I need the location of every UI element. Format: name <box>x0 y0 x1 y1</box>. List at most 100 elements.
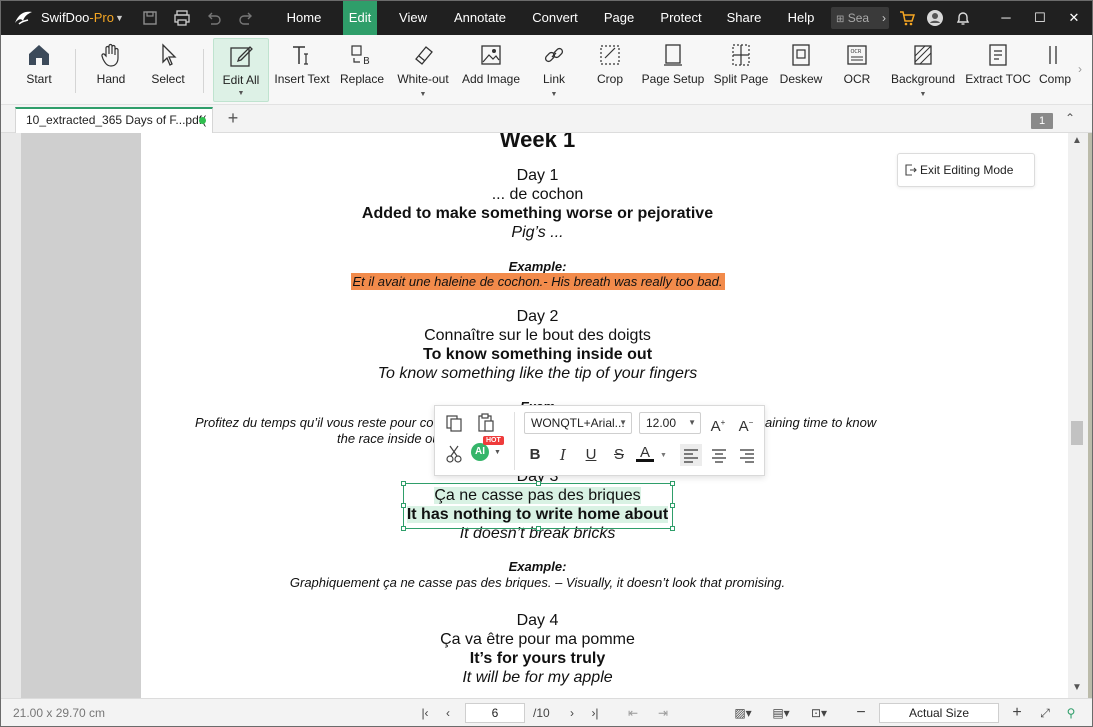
search-box[interactable]: ⊞ Sea › <box>831 7 889 29</box>
menu-edit[interactable]: Edit <box>343 1 377 35</box>
bell-icon[interactable] <box>954 9 972 27</box>
bold-icon[interactable]: B <box>524 444 546 466</box>
day2-english[interactable]: To know something inside out <box>141 346 934 364</box>
back-view-icon[interactable]: ⇤ <box>625 704 641 722</box>
exit-editing-mode-button[interactable]: Exit Editing Mode <box>897 153 1035 187</box>
ocr-button[interactable]: OCR OCR <box>837 38 877 102</box>
font-color-dropdown-icon[interactable]: ▼ <box>660 452 667 459</box>
menu-page[interactable]: Page <box>597 1 641 35</box>
cart-icon[interactable] <box>898 9 916 27</box>
crop-button[interactable]: Crop <box>589 38 631 102</box>
page-setup-button[interactable]: Page Setup <box>641 38 705 102</box>
close-icon[interactable]: ✕ <box>1057 1 1091 35</box>
day2-french[interactable]: Connaître sur le bout des doigts <box>141 327 934 345</box>
day2-example-part-b[interactable]: aining time to know <box>765 415 876 430</box>
menu-help[interactable]: Help <box>779 1 823 35</box>
account-icon[interactable] <box>926 9 944 27</box>
day1-example-highlighted[interactable]: Et il avait une haleine de cochon.- His … <box>350 273 725 290</box>
previous-page-icon[interactable]: ‹ <box>441 704 455 722</box>
first-page-icon[interactable]: |‹ <box>417 704 433 722</box>
extract-toc-button[interactable]: Extract TOC <box>965 38 1031 102</box>
save-icon[interactable] <box>141 9 159 27</box>
scroll-up-icon[interactable]: ▲ <box>1072 135 1082 146</box>
compare-button[interactable]: Comp <box>1037 38 1073 102</box>
background-button[interactable]: Background ▼ <box>887 38 959 102</box>
scroll-thumb[interactable] <box>1071 421 1083 445</box>
last-page-icon[interactable]: ›| <box>587 704 603 722</box>
maximize-icon[interactable]: ☐ <box>1023 1 1057 35</box>
redo-icon[interactable] <box>237 9 255 27</box>
align-center-icon[interactable] <box>708 444 730 466</box>
increase-font-icon[interactable]: A+ <box>707 412 729 435</box>
resize-handle[interactable] <box>670 481 675 486</box>
resize-handle[interactable] <box>401 503 406 508</box>
font-size-select[interactable]: 12.00 ▼ <box>639 412 701 434</box>
day4-french[interactable]: Ça va être pour ma pomme <box>141 631 934 649</box>
page-number-input[interactable]: 6 <box>465 703 525 723</box>
zoom-in-icon[interactable]: + <box>1009 704 1025 722</box>
day3-example-label[interactable]: Example: <box>141 559 934 574</box>
menu-share[interactable]: Share <box>721 1 767 35</box>
week-title[interactable]: Week 1 <box>141 133 934 153</box>
strikethrough-icon[interactable]: S <box>608 444 630 466</box>
font-color-icon[interactable]: A <box>636 442 654 462</box>
select-button[interactable]: Select <box>145 38 191 102</box>
paste-icon[interactable] <box>475 412 497 434</box>
link-button[interactable]: Link ▼ <box>533 38 575 102</box>
day1-literal[interactable]: Pig’s ... <box>141 224 934 242</box>
resize-handle[interactable] <box>536 526 541 531</box>
forward-view-icon[interactable]: ⇥ <box>655 704 671 722</box>
resize-handle[interactable] <box>536 481 541 486</box>
view-mode-icon[interactable]: ▨▾ <box>731 704 755 722</box>
hand-button[interactable]: Hand <box>87 38 135 102</box>
resize-handle[interactable] <box>401 526 406 531</box>
undo-icon[interactable] <box>205 9 223 27</box>
cut-icon[interactable] <box>443 443 465 465</box>
minimize-icon[interactable]: ─ <box>989 1 1023 35</box>
day1-example-line[interactable]: Et il avait une haleine de cochon.- His … <box>141 273 934 290</box>
app-menu-dropdown-icon[interactable]: ▼ <box>115 13 124 23</box>
insert-text-button[interactable]: Insert Text <box>273 38 331 102</box>
menu-home[interactable]: Home <box>277 1 331 35</box>
day3-example[interactable]: Graphiquement ça ne casse pas des brique… <box>141 575 934 590</box>
scroll-down-icon[interactable]: ▼ <box>1072 682 1082 693</box>
add-tab-icon[interactable]: + <box>225 108 241 128</box>
vertical-scrollbar[interactable]: ▲ ▼ <box>1068 133 1088 698</box>
page-layout-icon[interactable]: ▤▾ <box>769 704 793 722</box>
deskew-button[interactable]: Deskew <box>777 38 825 102</box>
ai-dropdown-icon[interactable]: ▼ <box>494 449 501 456</box>
day2-title[interactable]: Day 2 <box>141 308 934 326</box>
day4-title[interactable]: Day 4 <box>141 612 934 630</box>
decrease-font-icon[interactable]: A− <box>735 412 757 435</box>
next-page-icon[interactable]: › <box>565 704 579 722</box>
edit-all-button[interactable]: Edit All ▼ <box>213 38 269 102</box>
menu-annotate[interactable]: Annotate <box>447 1 513 35</box>
document-tab[interactable]: 10_extracted_365 Days of F...pdf( <box>15 107 213 133</box>
text-selection-box[interactable] <box>401 481 675 531</box>
zoom-out-icon[interactable]: − <box>853 704 869 722</box>
menu-view[interactable]: View <box>391 1 435 35</box>
collapse-ribbon-icon[interactable]: ⌃ <box>1063 111 1077 127</box>
white-out-button[interactable]: White-out ▼ <box>393 38 453 102</box>
zoom-level-select[interactable]: Actual Size <box>879 703 999 723</box>
start-button[interactable]: Start <box>15 38 63 102</box>
menu-protect[interactable]: Protect <box>653 1 709 35</box>
day1-french[interactable]: ... de cochon <box>141 186 934 204</box>
resize-handle[interactable] <box>401 481 406 486</box>
fullscreen-icon[interactable]: ⤢ <box>1037 704 1053 722</box>
align-right-icon[interactable] <box>736 444 758 466</box>
day1-title[interactable]: Day 1 <box>141 167 934 185</box>
pin-icon[interactable]: ⚲ <box>1063 704 1079 722</box>
split-page-button[interactable]: Split Page <box>713 38 769 102</box>
resize-handle[interactable] <box>670 503 675 508</box>
day2-example-part-a[interactable]: Profitez du temps qu’il vous reste pour … <box>195 415 433 430</box>
day2-example-part-c[interactable]: the race inside ou <box>337 431 440 446</box>
replace-button[interactable]: B Replace <box>337 38 387 102</box>
underline-icon[interactable]: U <box>580 444 602 466</box>
day4-literal[interactable]: It will be for my apple <box>141 669 934 687</box>
font-family-select[interactable]: WONQTL+Arial... ▼ <box>524 412 632 434</box>
align-left-icon[interactable] <box>680 444 702 466</box>
day2-literal[interactable]: To know something like the tip of your f… <box>141 365 934 383</box>
day1-example-label[interactable]: Example: <box>141 259 934 274</box>
day1-english[interactable]: Added to make something worse or pejorat… <box>141 205 934 223</box>
